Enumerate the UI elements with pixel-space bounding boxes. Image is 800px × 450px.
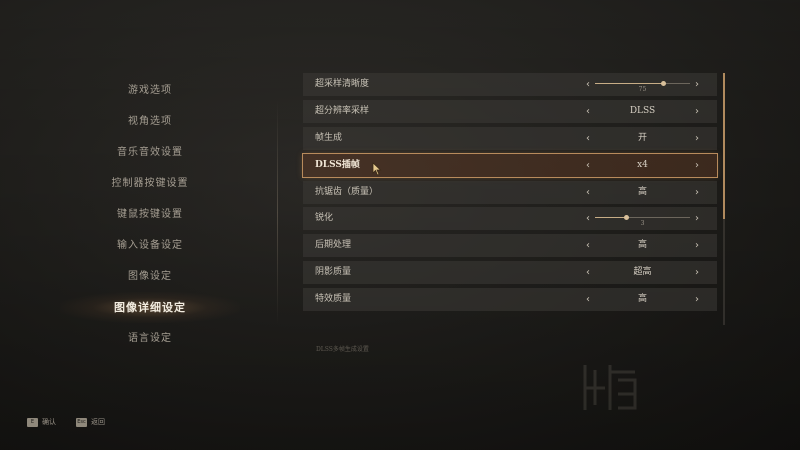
- back-button[interactable]: 返回: [91, 417, 105, 427]
- chevron-left-icon[interactable]: ‹: [581, 181, 595, 204]
- chevron-left-icon[interactable]: ‹: [581, 127, 595, 150]
- setting-label: 抗锯齿（质量）: [315, 186, 379, 197]
- setting-label: 特效质量: [315, 294, 352, 305]
- setting-value: x4: [637, 159, 648, 170]
- setting-label: 阴影质量: [315, 267, 352, 278]
- setting-label: 帧生成: [315, 132, 343, 143]
- menu-divider: [277, 100, 278, 325]
- setting-description: DLSS多帧生成设置: [316, 346, 369, 353]
- menu-item[interactable]: 图像详细设定: [60, 292, 240, 323]
- setting-row[interactable]: 阴影质量 ‹ 超高 ›: [303, 261, 717, 285]
- setting-value: DLSS: [629, 105, 656, 116]
- mouse-pointer-icon: [372, 162, 382, 176]
- slider-track[interactable]: [595, 214, 690, 220]
- chevron-left-icon[interactable]: ‹: [581, 207, 595, 230]
- chevron-left-icon[interactable]: ‹: [581, 261, 595, 284]
- chevron-left-icon[interactable]: ‹: [581, 73, 595, 96]
- emblem-watermark-icon: [583, 365, 637, 410]
- settings-category-menu: 游戏选项 视角选项 音乐音效设置 控制器按键设置 键鼠按键设置 输入设备设定 图像设定 图像详…: [60, 75, 240, 354]
- setting-label: 超分辨率采样: [315, 105, 370, 116]
- footer-controls: E 确认 Esc 返回: [27, 417, 125, 427]
- chevron-right-icon[interactable]: ›: [690, 261, 704, 284]
- chevron-left-icon[interactable]: ‹: [581, 154, 595, 177]
- menu-item[interactable]: 语言设定: [60, 323, 240, 354]
- setting-label: 超采样清晰度: [315, 79, 370, 89]
- setting-row[interactable]: 超分辨率采样 ‹ DLSS ›: [303, 99, 717, 123]
- setting-label: DLSS插帧: [315, 159, 360, 170]
- setting-row[interactable]: 超采样清晰度 ‹ 75 ›: [303, 73, 717, 96]
- setting-row[interactable]: 抗锯齿（质量） ‹ 高 ›: [303, 180, 717, 204]
- setting-label: 后期处理: [315, 240, 352, 251]
- setting-row[interactable]: 后期处理 ‹ 高 ›: [303, 234, 717, 258]
- chevron-right-icon[interactable]: ›: [690, 73, 704, 96]
- setting-value: 高: [637, 186, 647, 197]
- slider-handle[interactable]: [623, 214, 629, 220]
- setting-row[interactable]: 锐化 ‹ 3 ›: [303, 207, 717, 231]
- menu-item[interactable]: 音乐音效设置: [60, 137, 240, 168]
- setting-row[interactable]: 特效质量 ‹ 高 ›: [303, 288, 717, 312]
- slider-value: 3: [640, 220, 645, 228]
- menu-item[interactable]: 游戏选项: [60, 75, 240, 106]
- settings-panel: 超采样清晰度 ‹ 75 › 超分辨率采样 ‹ DLSS › 帧生成 ‹ 开 › DLSS插帧 ‹ x4 › 抗锯…: [302, 73, 718, 315]
- chevron-right-icon[interactable]: ›: [690, 234, 704, 257]
- setting-label: 锐化: [315, 213, 334, 224]
- scrollbar-thumb[interactable]: [723, 73, 725, 220]
- setting-value: 超高: [633, 267, 652, 278]
- menu-item[interactable]: 图像设定: [60, 261, 240, 292]
- chevron-left-icon[interactable]: ‹: [581, 234, 595, 257]
- setting-value: 高: [637, 294, 647, 305]
- setting-row[interactable]: DLSS插帧 ‹ x4 ›: [302, 152, 718, 178]
- setting-value: 高: [637, 240, 647, 251]
- chevron-left-icon[interactable]: ‹: [581, 288, 595, 311]
- menu-item[interactable]: 键鼠按键设置: [60, 199, 240, 230]
- setting-row[interactable]: 帧生成 ‹ 开 ›: [303, 126, 717, 150]
- chevron-right-icon[interactable]: ›: [690, 288, 704, 311]
- menu-item[interactable]: 控制器按键设置: [60, 168, 240, 199]
- chevron-right-icon[interactable]: ›: [690, 154, 704, 177]
- settings-scrollbar[interactable]: [723, 73, 725, 325]
- slider-value: 75: [638, 86, 647, 93]
- confirm-button[interactable]: 确认: [42, 417, 56, 427]
- settings-screen: 游戏选项 视角选项 音乐音效设置 控制器按键设置 键鼠按键设置 输入设备设定 图像设定 图像详…: [0, 0, 800, 450]
- confirm-key-icon: E: [27, 417, 38, 427]
- chevron-right-icon[interactable]: ›: [690, 127, 704, 150]
- chevron-right-icon[interactable]: ›: [690, 181, 704, 204]
- menu-item[interactable]: 输入设备设定: [60, 230, 240, 261]
- slider-fill: [595, 83, 664, 84]
- slider-track[interactable]: [595, 80, 690, 86]
- chevron-right-icon[interactable]: ›: [690, 207, 704, 230]
- slider-handle[interactable]: [660, 80, 666, 86]
- menu-item[interactable]: 视角选项: [60, 106, 240, 137]
- chevron-left-icon[interactable]: ‹: [581, 100, 595, 123]
- setting-value: 开: [637, 132, 647, 143]
- back-key-icon: Esc: [76, 417, 87, 427]
- slider-fill: [595, 217, 627, 219]
- chevron-right-icon[interactable]: ›: [690, 100, 704, 123]
